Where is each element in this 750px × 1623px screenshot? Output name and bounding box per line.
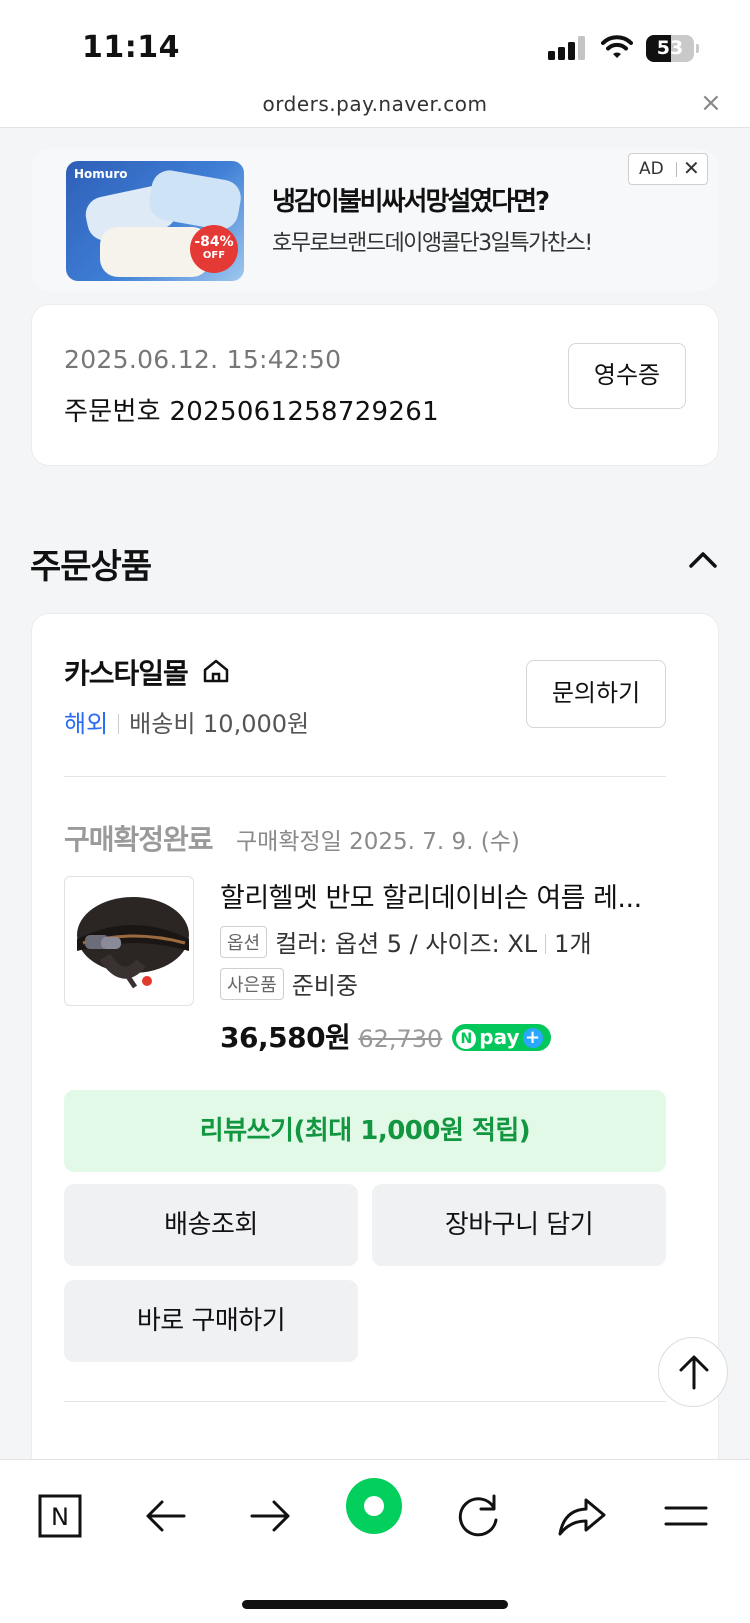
menu-button[interactable]	[656, 1486, 716, 1546]
battery-icon: 53	[646, 35, 699, 62]
price: 36,580원	[220, 1021, 351, 1054]
back-button[interactable]	[136, 1486, 196, 1546]
arrow-left-icon	[146, 1500, 186, 1532]
chevron-up-icon[interactable]	[688, 549, 718, 569]
product-title[interactable]: 할리헬멧 반모 할리데이비슨 여름 레...	[220, 876, 660, 915]
home-icon[interactable]	[202, 658, 230, 684]
url-text[interactable]: orders.pay.naver.com	[0, 92, 750, 116]
order-info-card: 2025.06.12. 15:42:50 주문번호 20250612587292…	[31, 304, 719, 466]
product-image[interactable]	[64, 876, 194, 1006]
write-review-button[interactable]: 리뷰쓰기(최대 1,000원 적립)	[64, 1090, 666, 1172]
scroll-to-top-button[interactable]	[658, 1337, 728, 1407]
order-datetime: 2025.06.12. 15:42:50	[64, 345, 342, 374]
cellular-signal-icon	[548, 36, 586, 60]
naver-n-icon: N	[456, 1029, 477, 1049]
divider	[64, 776, 666, 777]
ad-brand-logo: Homuro	[74, 167, 128, 181]
share-icon	[558, 1498, 606, 1536]
divider	[64, 1401, 666, 1402]
close-icon[interactable]: ×	[700, 88, 722, 118]
ad-banner[interactable]: Homuro -84% OFF 냉감이불비싸서망설였다면? 호무로브랜드데이앵콜…	[32, 149, 718, 291]
inquiry-button[interactable]: 문의하기	[526, 660, 666, 728]
arrow-up-icon	[679, 1355, 709, 1390]
browser-toolbar: N	[0, 1459, 750, 1623]
gift-row: 사은품 준비중	[220, 966, 358, 1001]
add-to-cart-button[interactable]: 장바구니 담기	[372, 1184, 666, 1266]
plus-icon: +	[522, 1028, 543, 1048]
product-option-row: 옵션 컬러: 옵션 5 / 사이즈: XL 1개	[220, 924, 592, 959]
order-number: 주문번호 2025061258729261	[64, 397, 439, 427]
shipping-fee: 배송비 10,000원	[129, 710, 310, 738]
confirm-date: 구매확정일 2025. 7. 9. (수)	[236, 829, 520, 855]
naver-home-button[interactable]: N	[30, 1486, 90, 1546]
order-item-card: 카스타일몰 해외 배송비 10,000원 문의하기 구매확정완료 구매확정일 20…	[31, 613, 719, 1459]
ad-badge[interactable]: AD ✕	[628, 153, 708, 185]
price-row: 36,580원 62,730 Npay +	[220, 1016, 551, 1056]
page-content: Homuro -84% OFF 냉감이불비싸서망설였다면? 호무로브랜드데이앵콜…	[0, 129, 750, 1459]
svg-text:N: N	[51, 1503, 69, 1531]
green-dot-button[interactable]	[344, 1476, 404, 1536]
share-button[interactable]	[552, 1486, 612, 1546]
home-indicator	[242, 1600, 508, 1609]
overseas-label: 해외	[64, 710, 109, 738]
section-title: 주문상품	[30, 547, 152, 587]
gift-status: 준비중	[291, 972, 358, 1000]
ad-subtitle[interactable]: 호무로브랜드데이앵콜단3일특가찬스!	[272, 225, 593, 257]
store-name[interactable]: 카스타일몰	[64, 652, 189, 692]
refresh-button[interactable]	[448, 1486, 508, 1546]
url-bar[interactable]: orders.pay.naver.com ×	[0, 88, 750, 128]
option-tag: 옵션	[220, 926, 268, 958]
option-text: 컬러: 옵션 5 / 사이즈: XL	[275, 930, 538, 958]
npay-plus-badge: Npay +	[452, 1024, 551, 1051]
delivery-tracking-button[interactable]: 배송조회	[64, 1184, 358, 1266]
order-status: 구매확정완료	[64, 823, 214, 856]
ad-label: AD	[639, 159, 664, 179]
ad-close-icon[interactable]: ✕	[683, 156, 700, 180]
original-price: 62,730	[358, 1025, 443, 1053]
status-time: 11:14	[82, 30, 180, 65]
battery-level: 53	[656, 37, 684, 59]
gift-tag: 사은품	[220, 968, 284, 1000]
menu-icon	[664, 1506, 708, 1526]
arrow-right-icon	[250, 1500, 290, 1532]
ad-title[interactable]: 냉감이불비싸서망설였다면?	[272, 181, 550, 218]
refresh-icon	[458, 1494, 498, 1537]
quantity: 1개	[554, 930, 592, 958]
receipt-button[interactable]: 영수증	[568, 343, 686, 409]
helmet-image	[77, 897, 189, 989]
discount-badge: -84% OFF	[190, 225, 238, 273]
status-bar: 11:14 53	[0, 0, 750, 88]
ad-image[interactable]: Homuro -84% OFF	[66, 161, 244, 281]
buy-now-button[interactable]: 바로 구매하기	[64, 1280, 358, 1362]
naver-n-icon: N	[38, 1494, 82, 1538]
green-dot-icon	[346, 1478, 402, 1534]
forward-button[interactable]	[240, 1486, 300, 1546]
wifi-icon	[601, 35, 633, 58]
store-meta: 해외 배송비 10,000원	[64, 704, 309, 739]
